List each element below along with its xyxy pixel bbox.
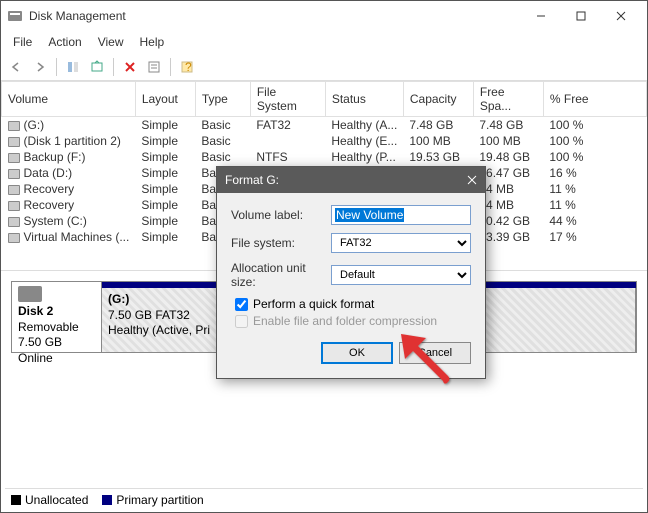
- tool-1[interactable]: [62, 56, 84, 78]
- part-label: (G:): [108, 292, 129, 306]
- allocation-select[interactable]: Default: [331, 265, 471, 285]
- cancel-button[interactable]: Cancel: [399, 342, 471, 364]
- close-button[interactable]: [601, 1, 641, 31]
- table-row[interactable]: Backup (F:)SimpleBasicNTFSHealthy (P...1…: [2, 149, 647, 165]
- minimize-button[interactable]: [521, 1, 561, 31]
- disk-name: Disk 2: [18, 304, 53, 318]
- menu-file[interactable]: File: [5, 33, 40, 51]
- part-size: 7.50 GB FAT32: [108, 308, 190, 322]
- filesystem-select[interactable]: FAT32: [331, 233, 471, 253]
- filesystem-label: File system:: [231, 236, 331, 250]
- titlebar: Disk Management: [1, 1, 647, 31]
- part-status: Healthy (Active, Pri: [108, 323, 210, 337]
- disk-icon: [18, 286, 42, 302]
- format-dialog: Format G: Volume label: New Volume File …: [216, 166, 486, 379]
- col-fs[interactable]: File System: [250, 82, 325, 117]
- menu-action[interactable]: Action: [40, 33, 89, 51]
- menu-help[interactable]: Help: [132, 33, 173, 51]
- legend-unallocated: Unallocated: [25, 493, 88, 507]
- legend: Unallocated Primary partition: [5, 488, 643, 510]
- ok-button[interactable]: OK: [321, 342, 393, 364]
- compression-checkbox: Enable file and folder compression: [235, 314, 471, 328]
- col-pct[interactable]: % Free: [543, 82, 646, 117]
- properties-button[interactable]: [143, 56, 165, 78]
- delete-button[interactable]: [119, 56, 141, 78]
- table-row[interactable]: (Disk 1 partition 2)SimpleBasicHealthy (…: [2, 133, 647, 149]
- allocation-label: Allocation unit size:: [231, 261, 331, 289]
- col-volume[interactable]: Volume: [2, 82, 136, 117]
- col-status[interactable]: Status: [325, 82, 403, 117]
- disk-size: 7.50 GB: [18, 335, 62, 349]
- forward-button[interactable]: [29, 56, 51, 78]
- volume-label-input[interactable]: New Volume: [331, 205, 471, 225]
- disk-kind: Removable: [18, 320, 79, 334]
- legend-primary: Primary partition: [116, 493, 203, 507]
- col-type[interactable]: Type: [195, 82, 250, 117]
- toolbar: ?: [1, 53, 647, 81]
- table-row[interactable]: (G:)SimpleBasicFAT32Healthy (A...7.48 GB…: [2, 117, 647, 134]
- col-capacity[interactable]: Capacity: [403, 82, 473, 117]
- dialog-close-button[interactable]: [467, 175, 477, 185]
- app-icon: [7, 8, 23, 24]
- window-title: Disk Management: [29, 9, 521, 23]
- disk-state: Online: [18, 351, 53, 365]
- volume-label-label: Volume label:: [231, 208, 331, 222]
- svg-text:?: ?: [185, 60, 192, 74]
- col-layout[interactable]: Layout: [135, 82, 195, 117]
- help-button[interactable]: ?: [176, 56, 198, 78]
- dialog-title: Format G:: [225, 173, 279, 187]
- maximize-button[interactable]: [561, 1, 601, 31]
- quick-format-checkbox[interactable]: Perform a quick format: [235, 297, 471, 311]
- menu-view[interactable]: View: [90, 33, 132, 51]
- col-free[interactable]: Free Spa...: [473, 82, 543, 117]
- disk-info: Disk 2 Removable 7.50 GB Online: [12, 282, 102, 352]
- refresh-button[interactable]: [86, 56, 108, 78]
- menubar: File Action View Help: [1, 31, 647, 53]
- back-button[interactable]: [5, 56, 27, 78]
